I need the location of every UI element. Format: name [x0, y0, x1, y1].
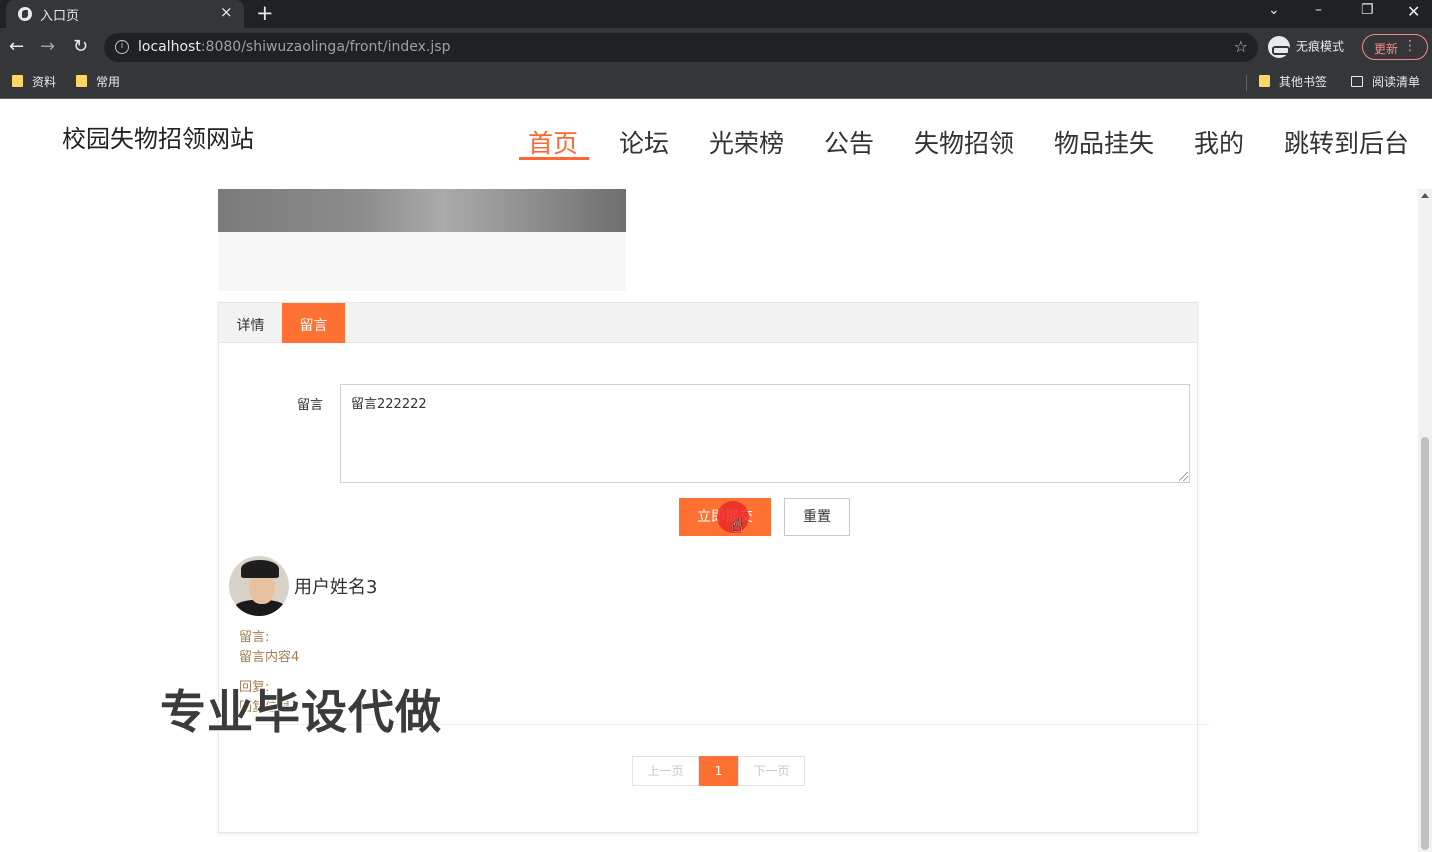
avatar-cap	[241, 560, 279, 578]
comment-label: 留言:	[239, 630, 270, 645]
bookmarks-bar: 资料 常用 其他书签 阅读清单	[0, 68, 1432, 99]
watermark-text: 专业毕设代做	[160, 685, 442, 739]
url-path: :8080/shiwuzaolinga/front/index.jsp	[200, 39, 451, 55]
hand-cursor-icon: ☝	[731, 513, 744, 537]
bookmark-label: 资料	[32, 75, 57, 89]
address-bar[interactable]: i localhost:8080/shiwuzaolinga/front/ind…	[104, 33, 1258, 62]
close-window-icon[interactable]: ✕	[1407, 2, 1420, 21]
incognito-indicator[interactable]: 无痕模式	[1268, 36, 1344, 58]
other-bookmarks[interactable]: 其他书签	[1259, 73, 1327, 90]
bookmark-star-icon[interactable]: ☆	[1234, 37, 1248, 56]
pagination-prev[interactable]: 上一页	[632, 756, 699, 786]
bookmark-separator	[1246, 75, 1247, 91]
forward-icon[interactable]: →	[40, 36, 55, 57]
browser-toolbar: ← → ↻ i localhost:8080/shiwuzaolinga/fro…	[0, 28, 1432, 68]
browser-tab-bar: 入口页 × + ⌄ – ❐ ✕	[0, 0, 1432, 28]
nav-mine[interactable]: 我的	[1194, 124, 1244, 160]
update-label: 更新	[1374, 42, 1399, 56]
reload-icon[interactable]: ↻	[73, 36, 88, 57]
nav-home[interactable]: 首页	[528, 124, 578, 160]
new-tab-button[interactable]: +	[256, 1, 274, 25]
scrollbar-thumb[interactable]	[1421, 437, 1429, 850]
bookmark-folder-ziliao[interactable]: 资料	[12, 73, 56, 90]
update-button[interactable]: 更新 ⋮	[1362, 34, 1428, 60]
tab-search-icon[interactable]: ⌄	[1268, 2, 1280, 18]
site-info-icon[interactable]: i	[115, 40, 129, 54]
avatar	[229, 556, 289, 616]
back-icon[interactable]: ←	[9, 36, 24, 57]
browser-tab[interactable]: 入口页 ×	[6, 0, 244, 28]
image-caption-area	[218, 232, 626, 291]
folder-icon	[1259, 75, 1270, 87]
folder-icon	[76, 75, 87, 87]
incognito-label: 无痕模式	[1296, 39, 1345, 54]
comment-content: 留言内容4	[239, 650, 300, 665]
nav-lost-found[interactable]: 失物招领	[914, 124, 1014, 160]
nav-forum[interactable]: 论坛	[619, 124, 669, 160]
folder-icon	[12, 75, 23, 87]
bookmark-folder-changyong[interactable]: 常用	[76, 73, 120, 90]
incognito-icon	[1268, 36, 1290, 58]
tab-title: 入口页	[40, 9, 80, 24]
close-tab-icon[interactable]: ×	[220, 3, 233, 21]
url-host: localhost	[138, 39, 201, 55]
other-bookmarks-label: 其他书签	[1279, 75, 1328, 89]
item-image	[218, 189, 626, 232]
site-title: 校园失物招领网站	[62, 125, 254, 153]
globe-icon	[18, 7, 32, 21]
nav-admin[interactable]: 跳转到后台	[1284, 124, 1409, 160]
tab-details[interactable]: 详情	[219, 303, 282, 343]
nav-announcement[interactable]: 公告	[824, 124, 874, 160]
bookmark-label: 常用	[96, 75, 121, 89]
url-text: localhost:8080/shiwuzaolinga/front/index…	[138, 39, 450, 55]
message-textarea[interactable]: 留言222222	[340, 384, 1190, 483]
more-menu-icon[interactable]: ⋮	[1403, 38, 1417, 54]
tab-messages[interactable]: 留言	[282, 303, 345, 343]
detail-tabs: 详情 留言	[219, 303, 1197, 343]
comment-username: 用户姓名3	[294, 577, 378, 598]
scroll-up-icon[interactable]	[1421, 193, 1429, 198]
reading-list-icon	[1351, 76, 1363, 87]
nav-lost-report[interactable]: 物品挂失	[1054, 124, 1154, 160]
pagination-next[interactable]: 下一页	[738, 756, 805, 786]
reading-list-label: 阅读清单	[1372, 75, 1421, 89]
restore-icon[interactable]: ❐	[1361, 2, 1374, 18]
detail-card: 详情 留言 留言 留言222222 立即提交 ☝ 重置 用户姓名3 留言: 留言…	[218, 302, 1209, 833]
page-scrollbar[interactable]	[1418, 189, 1432, 852]
reset-button[interactable]: 重置	[784, 498, 850, 536]
nav-honor-list[interactable]: 光荣榜	[709, 124, 784, 160]
reading-list[interactable]: 阅读清单	[1351, 73, 1420, 90]
resize-grip-icon[interactable]	[1179, 472, 1188, 481]
nav-active-underline	[519, 157, 589, 160]
message-label: 留言	[297, 398, 324, 413]
minimize-icon[interactable]: –	[1315, 2, 1322, 18]
pagination-current[interactable]: 1	[699, 756, 738, 786]
